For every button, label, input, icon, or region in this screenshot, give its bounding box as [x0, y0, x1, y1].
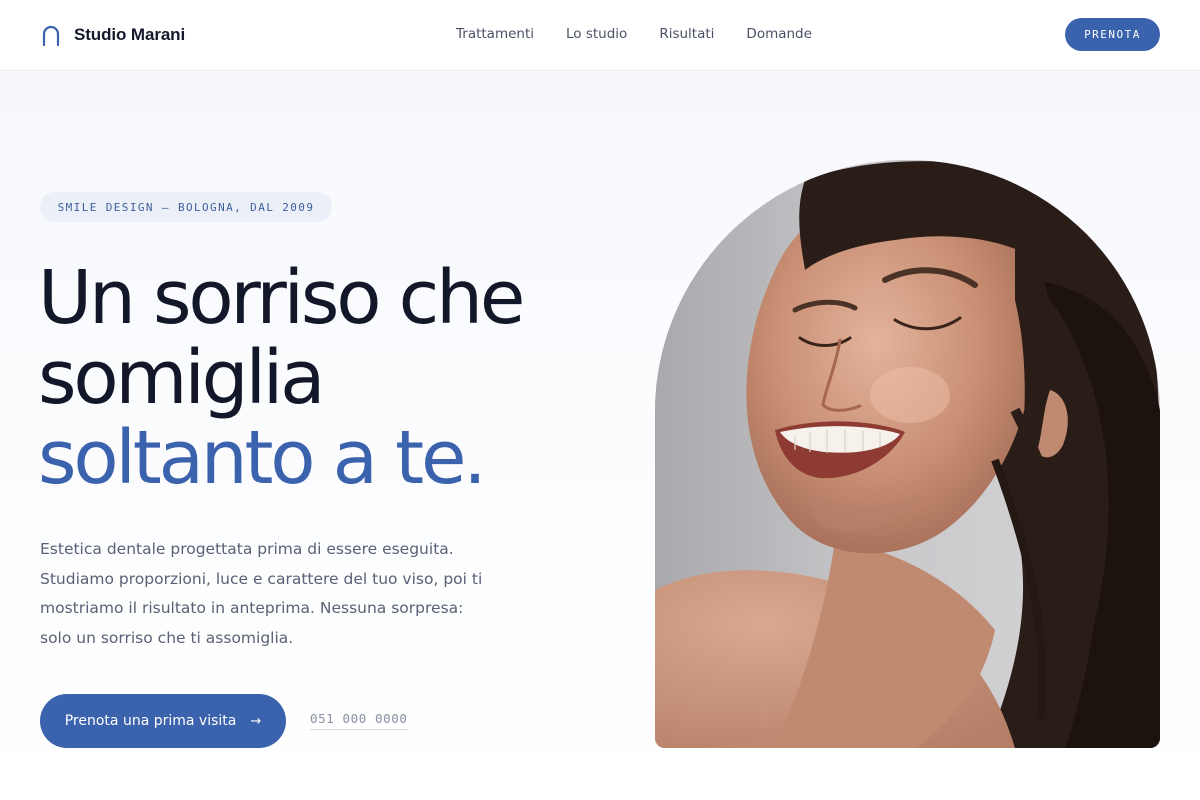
arch-icon — [42, 25, 60, 46]
nav-item-domande[interactable]: Domande — [746, 26, 812, 42]
main-nav: Trattamenti Lo studio Risultati Domande — [456, 26, 812, 42]
eyebrow-badge: SMILE DESIGN — BOLOGNA, DAL 2009 — [40, 192, 332, 222]
brand-logo[interactable]: Studio Marani — [40, 22, 185, 48]
arrow-right-icon: → — [250, 713, 262, 729]
description-line-4: solo un sorriso che ti assomiglia. — [40, 628, 294, 647]
description-line-3: mostriamo il risultato in anteprima. Nes… — [40, 599, 464, 617]
portrait-illustration — [655, 160, 1160, 748]
headline-line-1: Un sorriso che — [38, 255, 525, 341]
book-first-visit-button[interactable]: Prenota una prima visita → — [40, 694, 286, 748]
cta-label: Prenota una prima visita — [64, 713, 237, 729]
hero-description: Estetica dentale progettata prima di ess… — [40, 535, 510, 653]
nav-item-risultati[interactable]: Risultati — [659, 26, 714, 42]
phone-link[interactable]: 051 000 0000 — [310, 711, 408, 730]
nav-item-lo-studio[interactable]: Lo studio — [566, 26, 627, 42]
nav-item-trattamenti[interactable]: Trattamenti — [456, 26, 534, 42]
site-header: Studio Marani Trattamenti Lo studio Risu… — [0, 0, 1200, 71]
header-book-button[interactable]: PRENOTA — [1065, 18, 1160, 51]
brand-name: Studio Marani — [74, 25, 186, 44]
headline-line-2: somiglia — [38, 335, 326, 421]
description-line-2: Studiamo proporzioni, luce e carattere d… — [40, 569, 483, 588]
hero-portrait-image — [655, 160, 1160, 748]
description-line-1: Estetica dentale progettata prima di ess… — [40, 540, 454, 558]
hero-headline: Un sorriso che somiglia soltanto a te. — [38, 258, 618, 498]
headline-accent: soltanto a te. — [38, 415, 487, 501]
